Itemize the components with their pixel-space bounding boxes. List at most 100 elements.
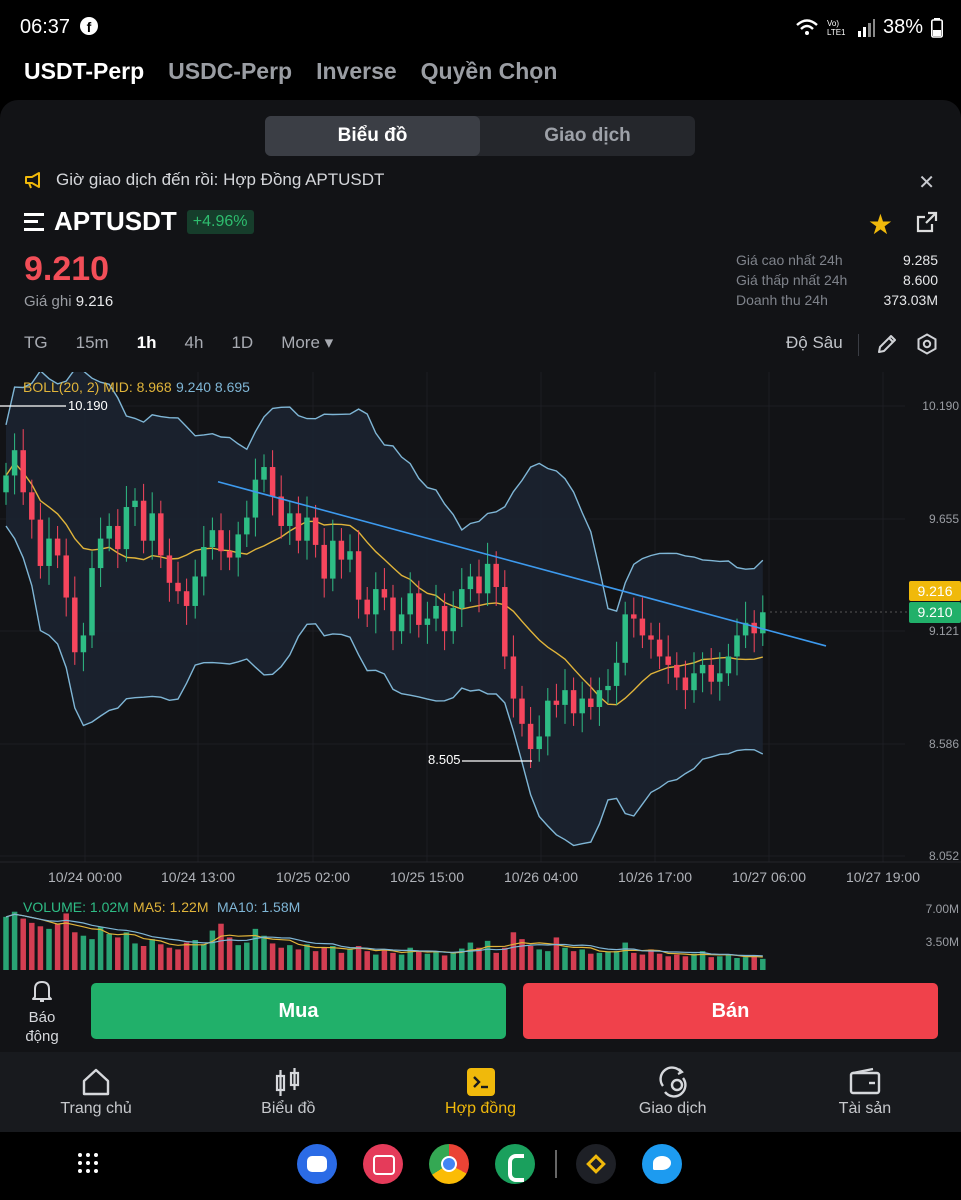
candlestick-icon (276, 1068, 300, 1096)
nav-home[interactable]: Trang chủ (0, 1052, 192, 1132)
candle-body (467, 576, 474, 590)
volume-bar (244, 942, 250, 970)
low-marker: 8.505 (428, 752, 461, 767)
volume-bar (760, 958, 766, 970)
price-chart[interactable]: BOLL(20, 2) MID: 8.968 9.240 8.695 VOLUM… (0, 372, 961, 972)
volume-bar (536, 949, 542, 970)
volume-bar (235, 945, 241, 970)
stats-24h: Giá cao nhất 24h 9.285 Giá thấp nhất 24h 8… (736, 252, 938, 312)
candle-body (570, 690, 577, 714)
settings-icon[interactable] (916, 333, 938, 355)
external-link-icon[interactable] (915, 210, 939, 234)
favorite-star-icon[interactable]: ★ (868, 208, 893, 241)
camera-app-icon[interactable] (363, 1144, 403, 1184)
tab-usdc-perp[interactable]: USDC-Perp (168, 58, 292, 85)
candle-body (209, 530, 216, 548)
volume-bar (115, 937, 121, 970)
candle-body (562, 690, 568, 705)
volume-bar (269, 943, 276, 970)
y-tick-9655: 9.655 (929, 512, 959, 526)
volume-bar (717, 956, 723, 970)
candle-body (46, 538, 52, 566)
last-price: 9.210 (24, 250, 110, 288)
nav-chart[interactable]: Biểu đồ (192, 1052, 384, 1132)
timeframe-1d[interactable]: 1D (231, 333, 253, 353)
candle-body (493, 563, 499, 588)
timeframe-15m[interactable]: 15m (76, 333, 109, 353)
volume-bar (510, 932, 517, 970)
volume-bar (123, 932, 130, 970)
candle-body (674, 664, 680, 678)
candle-body (287, 513, 293, 526)
candle-body (72, 597, 78, 653)
tab-inverse[interactable]: Inverse (316, 58, 397, 85)
x-tick-7: 10/27 19:00 (846, 869, 920, 885)
x-tick-3: 10/25 15:00 (390, 869, 464, 885)
tab-usdt-perp[interactable]: USDT-Perp (24, 58, 144, 85)
pencil-icon[interactable] (876, 333, 898, 355)
twitter-app-icon[interactable] (642, 1144, 682, 1184)
candle-body (648, 635, 654, 640)
boll-legend-bands: 9.240 8.695 (176, 379, 250, 395)
segment-chart[interactable]: Biểu đồ (265, 116, 480, 156)
last-price-tag: 9.210 (917, 604, 952, 620)
candle-body (106, 525, 112, 539)
nav-trade[interactable]: Giao dịch (577, 1052, 769, 1132)
nav-contracts[interactable]: Hợp đồng (384, 1052, 576, 1132)
volume-bar (708, 957, 714, 970)
volume-bar (106, 934, 112, 970)
volume-bar (261, 935, 267, 970)
candle-body (235, 534, 241, 558)
y-tick-9121: 9.121 (929, 624, 959, 638)
candle-body (381, 589, 388, 598)
volume-bar (725, 954, 732, 970)
candle-body (579, 698, 585, 714)
candle-body (605, 685, 611, 691)
tab-options[interactable]: Quyền Chọn (421, 58, 558, 85)
chrome-app-icon[interactable] (429, 1144, 469, 1184)
candle-body (622, 614, 628, 663)
volume-bar (433, 951, 439, 970)
candle-body (355, 551, 362, 600)
depth-button[interactable]: Độ Sâu (786, 333, 843, 353)
sell-button[interactable]: Bán (523, 983, 938, 1039)
volume-bar (450, 952, 456, 970)
status-bar: 06:37 f Vo) LTE1 38% (0, 0, 961, 56)
candle-body (115, 525, 121, 550)
candle-body (80, 635, 87, 653)
volume-bar (72, 932, 78, 970)
candle-body (536, 736, 542, 750)
segment-trade[interactable]: Giao dịch (480, 116, 695, 156)
messages-app-icon[interactable] (297, 1144, 337, 1184)
alarm-button[interactable]: Báo động (22, 978, 62, 1046)
ma5-legend: MA5: 1.22M (133, 899, 208, 915)
volume-bar (665, 956, 671, 970)
buy-button[interactable]: Mua (91, 983, 506, 1039)
timeframe-tg[interactable]: TG (24, 333, 48, 353)
timeframe-4h[interactable]: 4h (185, 333, 204, 353)
candle-body (699, 664, 706, 674)
system-nav-bar (0, 1132, 961, 1200)
volume-bar (493, 952, 499, 970)
nav-assets[interactable]: Tài sản (769, 1052, 961, 1132)
timeframe-1h[interactable]: 1h (137, 333, 157, 353)
toolbar-divider (858, 334, 859, 356)
volume-bar (562, 947, 568, 970)
candle-body (140, 500, 147, 541)
volume-bar (132, 943, 138, 970)
symbol-menu-icon[interactable] (24, 212, 44, 231)
app-drawer-icon[interactable] (78, 1153, 100, 1175)
stat-high-label: Giá cao nhất 24h (736, 252, 843, 268)
view-segment: Biểu đồ Giao dịch (265, 116, 695, 156)
phone-app-icon[interactable] (495, 1144, 535, 1184)
candle-body (123, 507, 130, 550)
symbol-name[interactable]: APTUSDT (54, 206, 177, 237)
candle-body (725, 656, 732, 674)
status-right: Vo) LTE1 38% (795, 16, 943, 39)
home-icon (82, 1068, 110, 1096)
binance-app-icon[interactable] (576, 1144, 616, 1184)
announcement-bar[interactable]: Giờ giao dịch đến rồi: Hợp Đồng APTUSDT (24, 170, 384, 190)
timeframe-more[interactable]: More ▾ (281, 333, 333, 353)
close-icon[interactable]: ✕ (918, 170, 935, 195)
volume-bars (3, 911, 766, 970)
